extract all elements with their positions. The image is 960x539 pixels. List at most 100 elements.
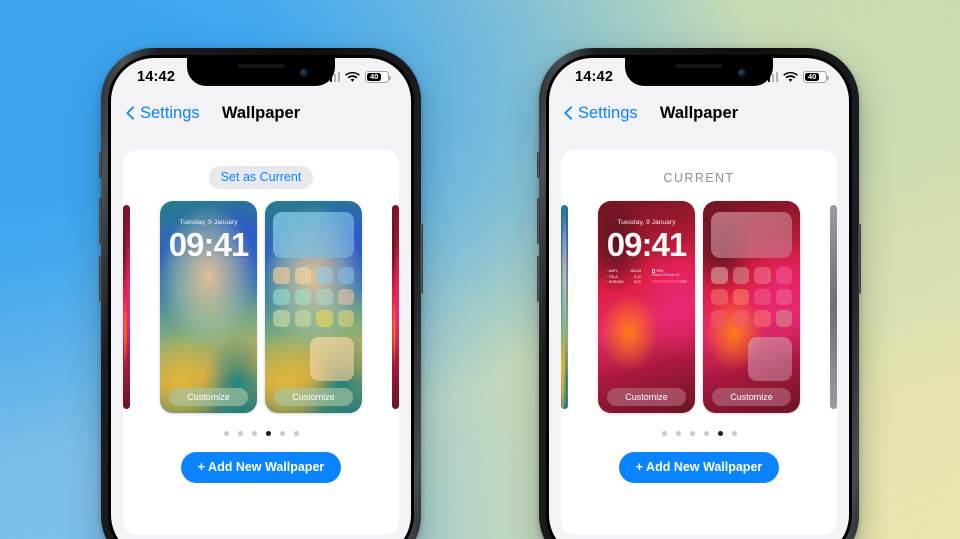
phone-bezel-right: 14:42 40 Settings Wallpaper CURRENT Tues…: [546, 55, 852, 539]
customize-button-lock-left[interactable]: Customize: [169, 388, 248, 406]
lock-screen-preview-right[interactable]: Tuesday, 9 January 09:41 ▾ AAPL 164.84 ▾ T…: [598, 201, 695, 413]
status-indicators: 40: [325, 71, 391, 83]
power-button-left[interactable]: [420, 224, 423, 294]
carousel-previous-sliver-left[interactable]: [123, 205, 130, 409]
card-label-row-left: Set as Current: [123, 150, 399, 196]
page-indicator-right[interactable]: [561, 418, 837, 448]
app-icon: [273, 310, 290, 327]
wifi-icon: [783, 71, 798, 83]
lock-screen-preview-left[interactable]: Tuesday, 9 January 09:41 Customize: [160, 201, 257, 413]
app-icon: [316, 310, 333, 327]
back-to-settings-button-right[interactable]: Settings: [565, 104, 638, 123]
status-time: 14:42: [575, 69, 614, 85]
home-app-grid-left: [273, 267, 354, 327]
page-dot[interactable]: [675, 430, 681, 436]
cellular-signal-icon: [325, 72, 340, 82]
wallpaper-card-left: Set as Current Tuesday, 9 January 09:41 …: [123, 150, 399, 535]
app-icon: [732, 310, 749, 327]
back-label: Settings: [578, 103, 638, 122]
app-icon: [337, 288, 354, 305]
page-dot-active[interactable]: [717, 430, 723, 436]
status-indicators: 40: [763, 71, 829, 83]
page-dot[interactable]: [237, 430, 243, 436]
navigation-bar-left: Settings Wallpaper: [111, 90, 411, 136]
chevron-left-icon: [127, 105, 136, 121]
customize-button-home-right[interactable]: Customize: [712, 388, 791, 406]
caret-down-icon: ▾: [606, 280, 608, 285]
battery-icon: 40: [803, 71, 829, 83]
current-status-label: CURRENT: [663, 171, 735, 185]
page-dot[interactable]: [251, 430, 257, 436]
customize-button-lock-right[interactable]: Customize: [607, 388, 686, 406]
card-label-row-right: CURRENT: [561, 150, 837, 196]
app-icon: [732, 288, 749, 305]
chevron-left-icon: [565, 105, 574, 121]
app-icon: [754, 288, 771, 305]
volume-up-button-right[interactable]: [537, 198, 540, 244]
navigation-bar-right: Settings Wallpaper: [549, 90, 849, 136]
home-app-grid-right: [711, 267, 792, 327]
battery-level-label: 40: [808, 72, 817, 82]
carousel-next-sliver-right[interactable]: [830, 205, 837, 409]
cellular-signal-icon: [763, 72, 778, 82]
phone-device-right: 14:42 40 Settings Wallpaper CURRENT Tues…: [537, 48, 861, 539]
app-icon: [337, 310, 354, 327]
phone-device-left: 14:42 40 Settings Wallpaper Set as Curre…: [99, 48, 423, 539]
home-widget-placeholder: [711, 212, 792, 258]
app-icon: [754, 267, 771, 284]
page-indicator-left[interactable]: [123, 418, 399, 448]
app-icon: [294, 267, 311, 284]
app-icon: [775, 267, 792, 284]
page-dot[interactable]: [293, 430, 299, 436]
app-icon: [337, 267, 354, 284]
phone-screen-right: 14:42 40 Settings Wallpaper CURRENT Tues…: [549, 58, 849, 539]
app-icon: [273, 267, 290, 284]
add-new-wallpaper-button[interactable]: + Add New Wallpaper: [618, 452, 780, 483]
app-icon: [273, 288, 290, 305]
battery-device-label: Filan's iPhone 12...: [652, 273, 683, 277]
home-large-widget-placeholder: [310, 337, 354, 381]
wifi-icon: [345, 71, 360, 83]
stock-price: 5,21: [634, 280, 641, 285]
power-button-right[interactable]: [858, 224, 861, 294]
home-screen-preview-right[interactable]: Customize: [703, 201, 800, 413]
carousel-previous-sliver-right[interactable]: [561, 205, 568, 409]
stock-row: ▾ EURUSD 5,21: [606, 280, 641, 286]
battery-level-label: 40: [370, 72, 379, 82]
home-large-widget-placeholder: [748, 337, 792, 381]
page-dot[interactable]: [703, 430, 709, 436]
volume-down-button-left[interactable]: [99, 256, 102, 302]
app-icon: [711, 310, 728, 327]
page-dot[interactable]: [279, 430, 285, 436]
status-bar-left: 14:42 40: [111, 58, 411, 90]
mute-switch-right[interactable]: [537, 152, 540, 178]
carousel-next-sliver-left[interactable]: [392, 205, 399, 409]
app-icon: [732, 267, 749, 284]
app-icon: [775, 288, 792, 305]
volume-up-button-left[interactable]: [99, 198, 102, 244]
set-as-current-button[interactable]: Set as Current: [208, 166, 314, 189]
app-icon: [775, 310, 792, 327]
battery-widget[interactable]: 79% Filan's iPhone 12...: [649, 267, 690, 288]
page-dot[interactable]: [731, 430, 737, 436]
page-dot-active[interactable]: [265, 430, 271, 436]
add-new-wallpaper-button[interactable]: + Add New Wallpaper: [180, 452, 342, 483]
back-to-settings-button-left[interactable]: Settings: [127, 104, 200, 123]
page-dot[interactable]: [661, 430, 667, 436]
status-bar-right: 14:42 40: [549, 58, 849, 90]
stocks-widget[interactable]: ▾ AAPL 164.84 ▾ TSLA 5,11 ▾ EURUSD 5,21: [603, 267, 644, 288]
wallpaper-card-right: CURRENT Tuesday, 9 January 09:41 ▾ AAPL …: [561, 150, 837, 535]
page-dot[interactable]: [223, 430, 229, 436]
page-dot[interactable]: [689, 430, 695, 436]
wallpaper-carousel-left[interactable]: Tuesday, 9 January 09:41 Customize Custo…: [123, 196, 399, 418]
home-screen-preview-left[interactable]: Customize: [265, 201, 362, 413]
customize-button-home-left[interactable]: Customize: [274, 388, 353, 406]
volume-down-button-right[interactable]: [537, 256, 540, 302]
wallpaper-carousel-right[interactable]: Tuesday, 9 January 09:41 ▾ AAPL 164.84 ▾ T…: [561, 196, 837, 418]
status-time: 14:42: [137, 69, 176, 85]
app-icon: [294, 288, 311, 305]
phone-bezel-left: 14:42 40 Settings Wallpaper Set as Curre…: [108, 55, 414, 539]
mute-switch-left[interactable]: [99, 152, 102, 178]
add-wallpaper-row-left: + Add New Wallpaper: [123, 448, 399, 483]
home-widget-placeholder: [273, 212, 354, 258]
